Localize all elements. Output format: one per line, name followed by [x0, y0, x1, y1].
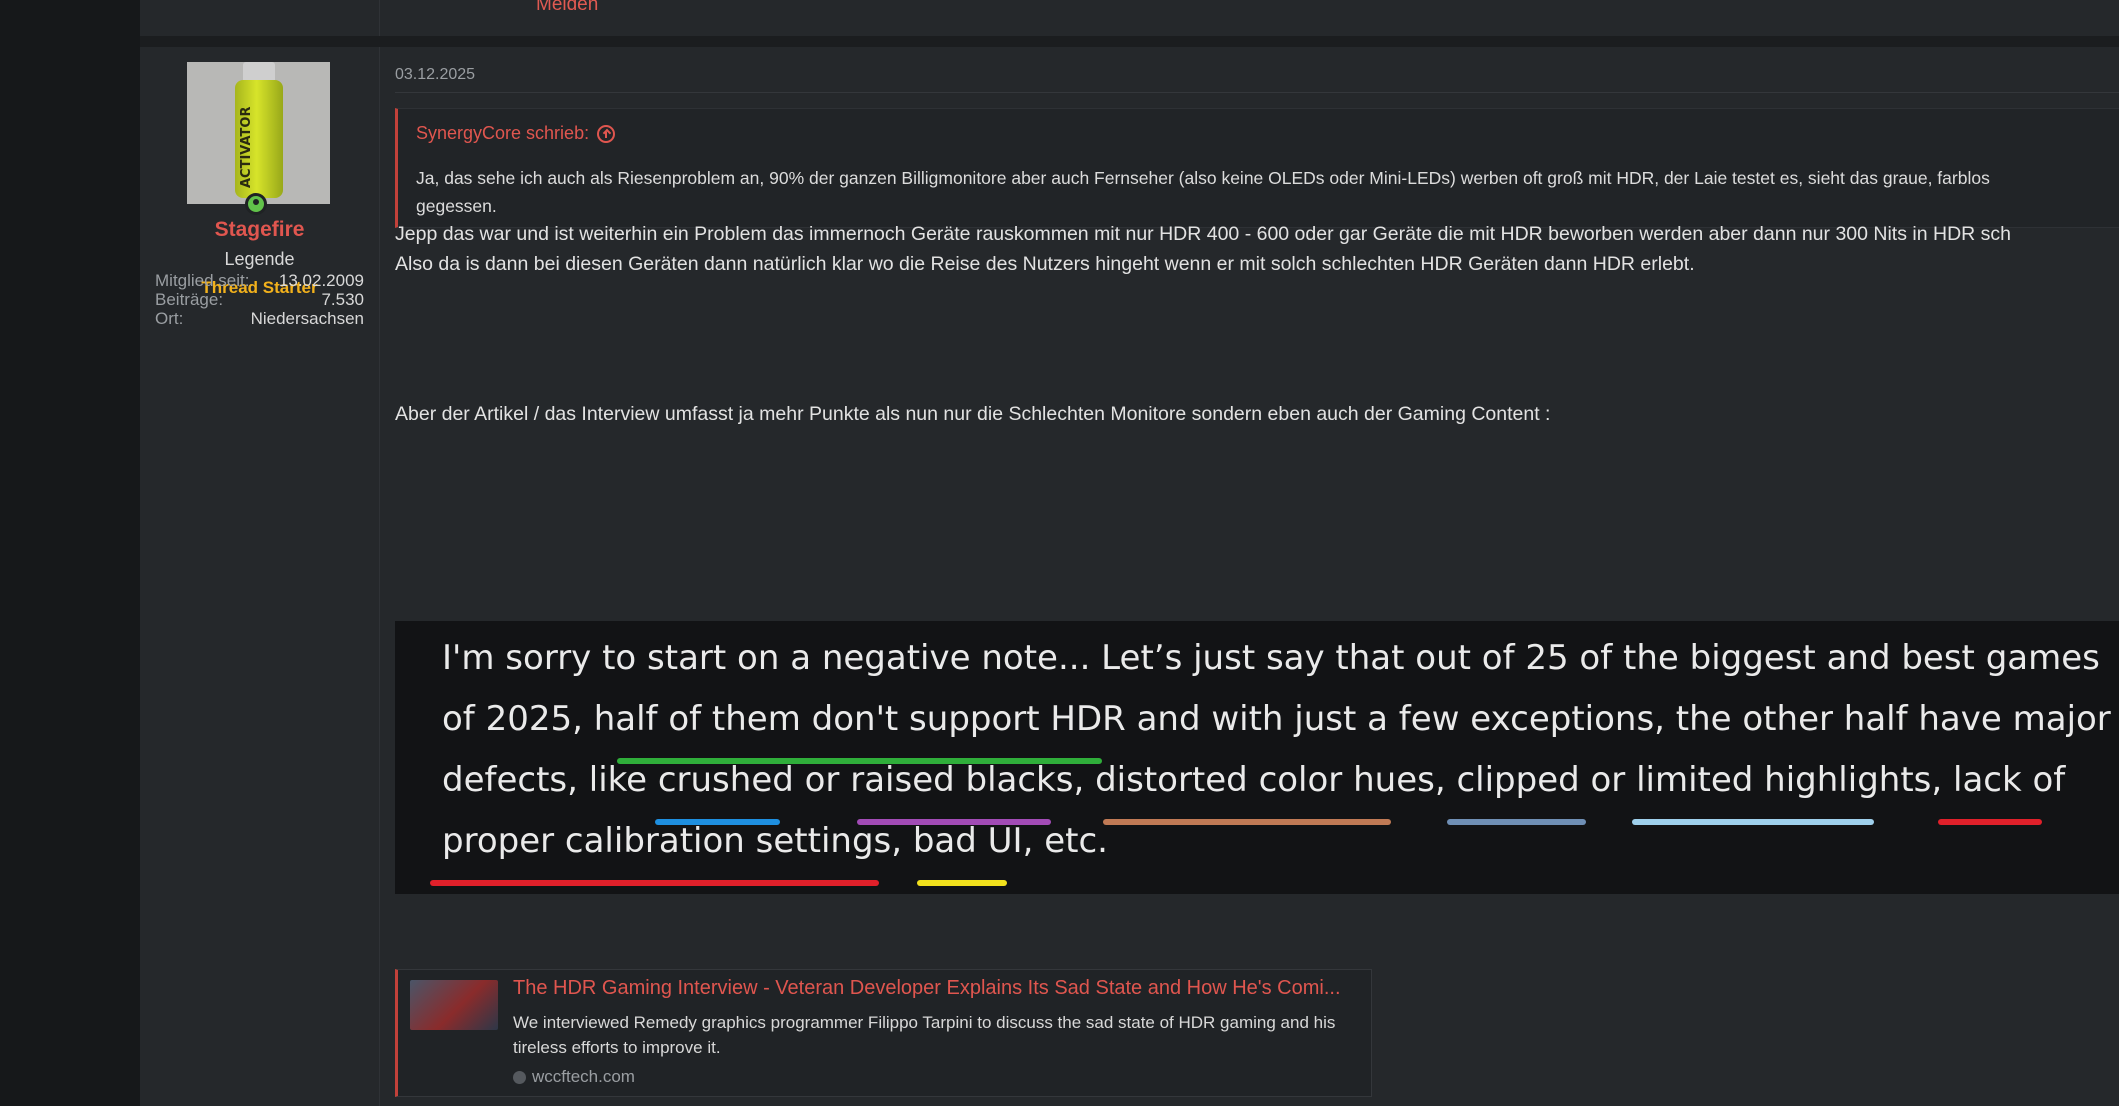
- link-title[interactable]: The HDR Gaming Interview - Veteran Devel…: [513, 977, 1363, 1000]
- post-body: 03.12.2025 SynergyCore schrieb: Ja, das …: [395, 47, 2119, 1106]
- user-title: Legende: [224, 249, 295, 269]
- forum-page: Melden ACTIVATOR Stagefire Legende Threa…: [0, 0, 2119, 1106]
- post-date-link[interactable]: 03.12.2025: [395, 66, 475, 84]
- link-domain-label: wccftech.com: [532, 1067, 635, 1086]
- info-label: Beiträge:: [155, 290, 224, 309]
- forum-post: ACTIVATOR Stagefire Legende Thread Start…: [140, 47, 2119, 1106]
- post-paragraph: Aber der Artikel / das Interview umfasst…: [395, 403, 1551, 425]
- brown-underline: [1103, 819, 1391, 825]
- red-underline: [430, 880, 879, 886]
- quote-author-label: SynergyCore schrieb:: [416, 123, 590, 143]
- avatar[interactable]: ACTIVATOR: [187, 62, 330, 204]
- quote-author-link[interactable]: SynergyCore schrieb:: [416, 123, 616, 144]
- red-underline: [1938, 819, 2042, 825]
- light-blue-underline: [1632, 819, 1874, 825]
- link-description: We interviewed Remedy graphics programme…: [513, 1013, 1336, 1057]
- quote-text: Ja, das sehe ich auch als Riesenproblem …: [416, 168, 1990, 216]
- embedded-image[interactable]: I'm sorry to start on a negative note...…: [395, 621, 2119, 894]
- steel-blue-underline: [1447, 819, 1586, 825]
- link-thumbnail: [410, 980, 498, 1030]
- info-label: Mitglied seit:: [155, 271, 250, 290]
- yellow-underline: [917, 880, 1007, 886]
- avatar-label: ACTIVATOR: [239, 106, 254, 188]
- post-paragraph: Also da is dann bei diesen Geräten dann …: [395, 253, 1695, 275]
- quote-block: SynergyCore schrieb: Ja, das sehe ich au…: [395, 108, 2119, 228]
- image-text-line: of 2025, half of them don't support HDR …: [442, 699, 2111, 739]
- previous-post-user-column: [140, 0, 380, 36]
- blue-underline: [655, 819, 780, 825]
- user-info-column: ACTIVATOR Stagefire Legende Thread Start…: [140, 47, 380, 1106]
- report-link[interactable]: Melden: [536, 0, 598, 16]
- left-gutter: [0, 0, 140, 1106]
- previous-post: Melden: [140, 0, 2119, 36]
- info-label: Ort:: [155, 309, 184, 328]
- info-value: 13.02.2009: [278, 271, 364, 290]
- image-text-line: I'm sorry to start on a negative note...…: [442, 638, 2100, 678]
- username-link[interactable]: Stagefire: [140, 218, 379, 242]
- purple-underline: [857, 819, 1051, 825]
- green-underline: [617, 758, 1102, 764]
- date-divider: [395, 92, 2119, 93]
- link-preview-card[interactable]: The HDR Gaming Interview - Veteran Devel…: [395, 969, 1372, 1097]
- arrow-up-circle-icon[interactable]: [597, 124, 616, 143]
- post-paragraph: Jepp das war und ist weiterhin ein Probl…: [395, 223, 2011, 245]
- link-domain: wccftech.com: [513, 1067, 635, 1087]
- info-value: Niedersachsen: [250, 309, 364, 328]
- image-text-line: proper calibration settings, bad UI, etc…: [442, 821, 1108, 861]
- online-status-icon: [245, 193, 267, 215]
- favicon-icon: [513, 1070, 526, 1084]
- image-text-line: defects, like crushed or raised blacks, …: [442, 760, 2066, 800]
- info-value: 7.530: [321, 290, 364, 309]
